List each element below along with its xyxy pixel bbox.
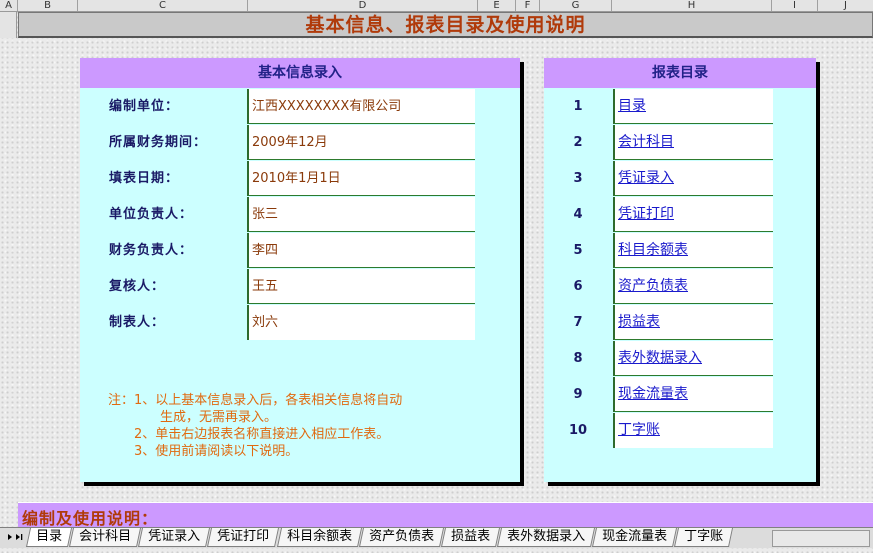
catalog-row: 8 表外数据录入 (544, 341, 773, 377)
instructions-heading: 编制及使用说明： (22, 509, 159, 528)
sheet-tab-voucher-print[interactable]: 凭证打印 (207, 528, 280, 547)
catalog-number: 5 (573, 243, 583, 258)
catalog-number: 10 (568, 423, 588, 438)
catalog-number: 8 (573, 351, 583, 366)
column-header-b[interactable]: B (18, 0, 78, 11)
notes-block: 注：1、以上基本信息录入后，各表相关信息将自动 生成，无需再录入。 2、单击右边… (108, 392, 402, 460)
catalog-link-contents[interactable]: 目录 (613, 89, 773, 124)
basic-info-heading: 基本信息录入 (80, 58, 520, 88)
field-row-finance-head: 财务负责人： 李四 (80, 233, 476, 269)
column-header-j[interactable]: J (818, 0, 873, 11)
column-header-g[interactable]: G (540, 0, 612, 11)
field-label: 填表日期： (109, 171, 180, 186)
field-label: 财务负责人： (109, 243, 194, 258)
sheet-tab-contents[interactable]: 目录 (25, 528, 73, 547)
note-line: 2、单击右边报表名称直接进入相应工作表。 (108, 427, 390, 442)
catalog-number: 1 (573, 99, 583, 114)
field-value-unit[interactable]: 江西XXXXXXXX有限公司 (247, 89, 475, 124)
catalog-link-voucher-print[interactable]: 凭证打印 (613, 197, 773, 232)
catalog-row: 1 目录 (544, 89, 773, 125)
catalog-link-accounts[interactable]: 会计科目 (613, 125, 773, 160)
column-header-c[interactable]: C (78, 0, 248, 11)
catalog-link-balance-sheet[interactable]: 资产负债表 (613, 269, 773, 304)
field-label: 所属财务期间： (109, 135, 208, 150)
field-value-preparer[interactable]: 刘六 (247, 305, 475, 340)
field-label: 编制单位： (109, 99, 180, 114)
catalog-number: 6 (573, 279, 583, 294)
field-value-unit-head[interactable]: 张三 (247, 197, 475, 232)
page-title: 基本信息、报表目录及使用说明 (305, 14, 586, 36)
sheet-tab-voucher-entry[interactable]: 凭证录入 (138, 528, 211, 547)
horizontal-scrollbar[interactable] (772, 530, 870, 547)
field-row-unit: 编制单位： 江西XXXXXXXX有限公司 (80, 89, 476, 125)
catalog-link-offsheet-entry[interactable]: 表外数据录入 (613, 341, 773, 376)
sheet-tab-offsheet-entry[interactable]: 表外数据录入 (497, 528, 596, 547)
field-label: 复核人： (109, 279, 166, 294)
instructions-heading-bar: 编制及使用说明： (18, 502, 873, 528)
title-bar: 基本信息、报表目录及使用说明 (18, 12, 873, 38)
note-line: 注：1、以上基本信息录入后，各表相关信息将自动 (108, 393, 403, 408)
field-value-reviewer[interactable]: 王五 (247, 269, 475, 304)
catalog-row: 9 现金流量表 (544, 377, 773, 413)
report-catalog-panel: 报表目录 1 目录 2 会计科目 3 凭证录入 4 凭证打印 5 科目余额表 6… (544, 58, 816, 482)
catalog-link-voucher-entry[interactable]: 凭证录入 (613, 161, 773, 196)
field-value-period[interactable]: 2009年12月 (247, 125, 475, 160)
column-header-bar: A B C D E F G H I J (0, 0, 873, 12)
catalog-row: 7 损益表 (544, 305, 773, 341)
column-header-a[interactable]: A (0, 0, 18, 11)
catalog-row: 4 凭证打印 (544, 197, 773, 233)
catalog-number: 3 (573, 171, 583, 186)
catalog-number: 4 (573, 207, 583, 222)
sheet-tab-income-statement[interactable]: 损益表 (440, 528, 500, 547)
sheet-tab-balance-sheet[interactable]: 资产负债表 (358, 528, 444, 547)
field-row-reviewer: 复核人： 王五 (80, 269, 476, 305)
column-header-f[interactable]: F (516, 0, 540, 11)
column-header-d[interactable]: D (248, 0, 478, 11)
field-label: 制表人： (109, 315, 166, 330)
catalog-row: 3 凭证录入 (544, 161, 773, 197)
catalog-row: 6 资产负债表 (544, 269, 773, 305)
sheet-tab-bar: 目录 会计科目 凭证录入 凭证打印 科目余额表 资产负债表 损益表 表外数据录入… (0, 527, 873, 548)
catalog-link-income-statement[interactable]: 损益表 (613, 305, 773, 340)
catalog-row: 2 会计科目 (544, 125, 773, 161)
catalog-number: 2 (573, 135, 583, 150)
field-value-fill-date[interactable]: 2010年1月1日 (247, 161, 475, 196)
sheet-tab-cash-flow[interactable]: 现金流量表 (592, 528, 678, 547)
basic-info-panel: 基本信息录入 编制单位： 江西XXXXXXXX有限公司 所属财务期间： 2009… (80, 58, 520, 482)
sheet-tab-account-balance[interactable]: 科目余额表 (276, 528, 362, 547)
column-header-h[interactable]: H (612, 0, 772, 11)
catalog-link-t-account[interactable]: 丁字账 (613, 413, 773, 448)
catalog-row: 5 科目余额表 (544, 233, 773, 269)
report-catalog-heading: 报表目录 (544, 58, 816, 88)
field-label: 单位负责人： (109, 207, 194, 222)
column-header-i[interactable]: I (772, 0, 818, 11)
catalog-link-cash-flow[interactable]: 现金流量表 (613, 377, 773, 412)
row-header[interactable] (0, 12, 17, 38)
catalog-number: 9 (573, 387, 583, 402)
field-value-finance-head[interactable]: 李四 (247, 233, 475, 268)
sheet-tabs: 目录 会计科目 凭证录入 凭证打印 科目余额表 资产负债表 损益表 表外数据录入… (25, 528, 734, 548)
sheet-tab-t-account[interactable]: 丁字账 (674, 528, 734, 547)
field-row-preparer: 制表人： 刘六 (80, 305, 476, 341)
note-line: 3、使用前请阅读以下说明。 (108, 444, 299, 459)
catalog-number: 7 (573, 315, 583, 330)
note-line: 生成，无需再录入。 (108, 410, 278, 425)
field-row-period: 所属财务期间： 2009年12月 (80, 125, 476, 161)
sheet-tab-accounts[interactable]: 会计科目 (69, 528, 142, 547)
catalog-row: 10 丁字账 (544, 413, 773, 449)
field-row-fill-date: 填表日期： 2010年1月1日 (80, 161, 476, 197)
column-header-e[interactable]: E (478, 0, 516, 11)
field-row-unit-head: 单位负责人： 张三 (80, 197, 476, 233)
catalog-link-account-balance[interactable]: 科目余额表 (613, 233, 773, 268)
